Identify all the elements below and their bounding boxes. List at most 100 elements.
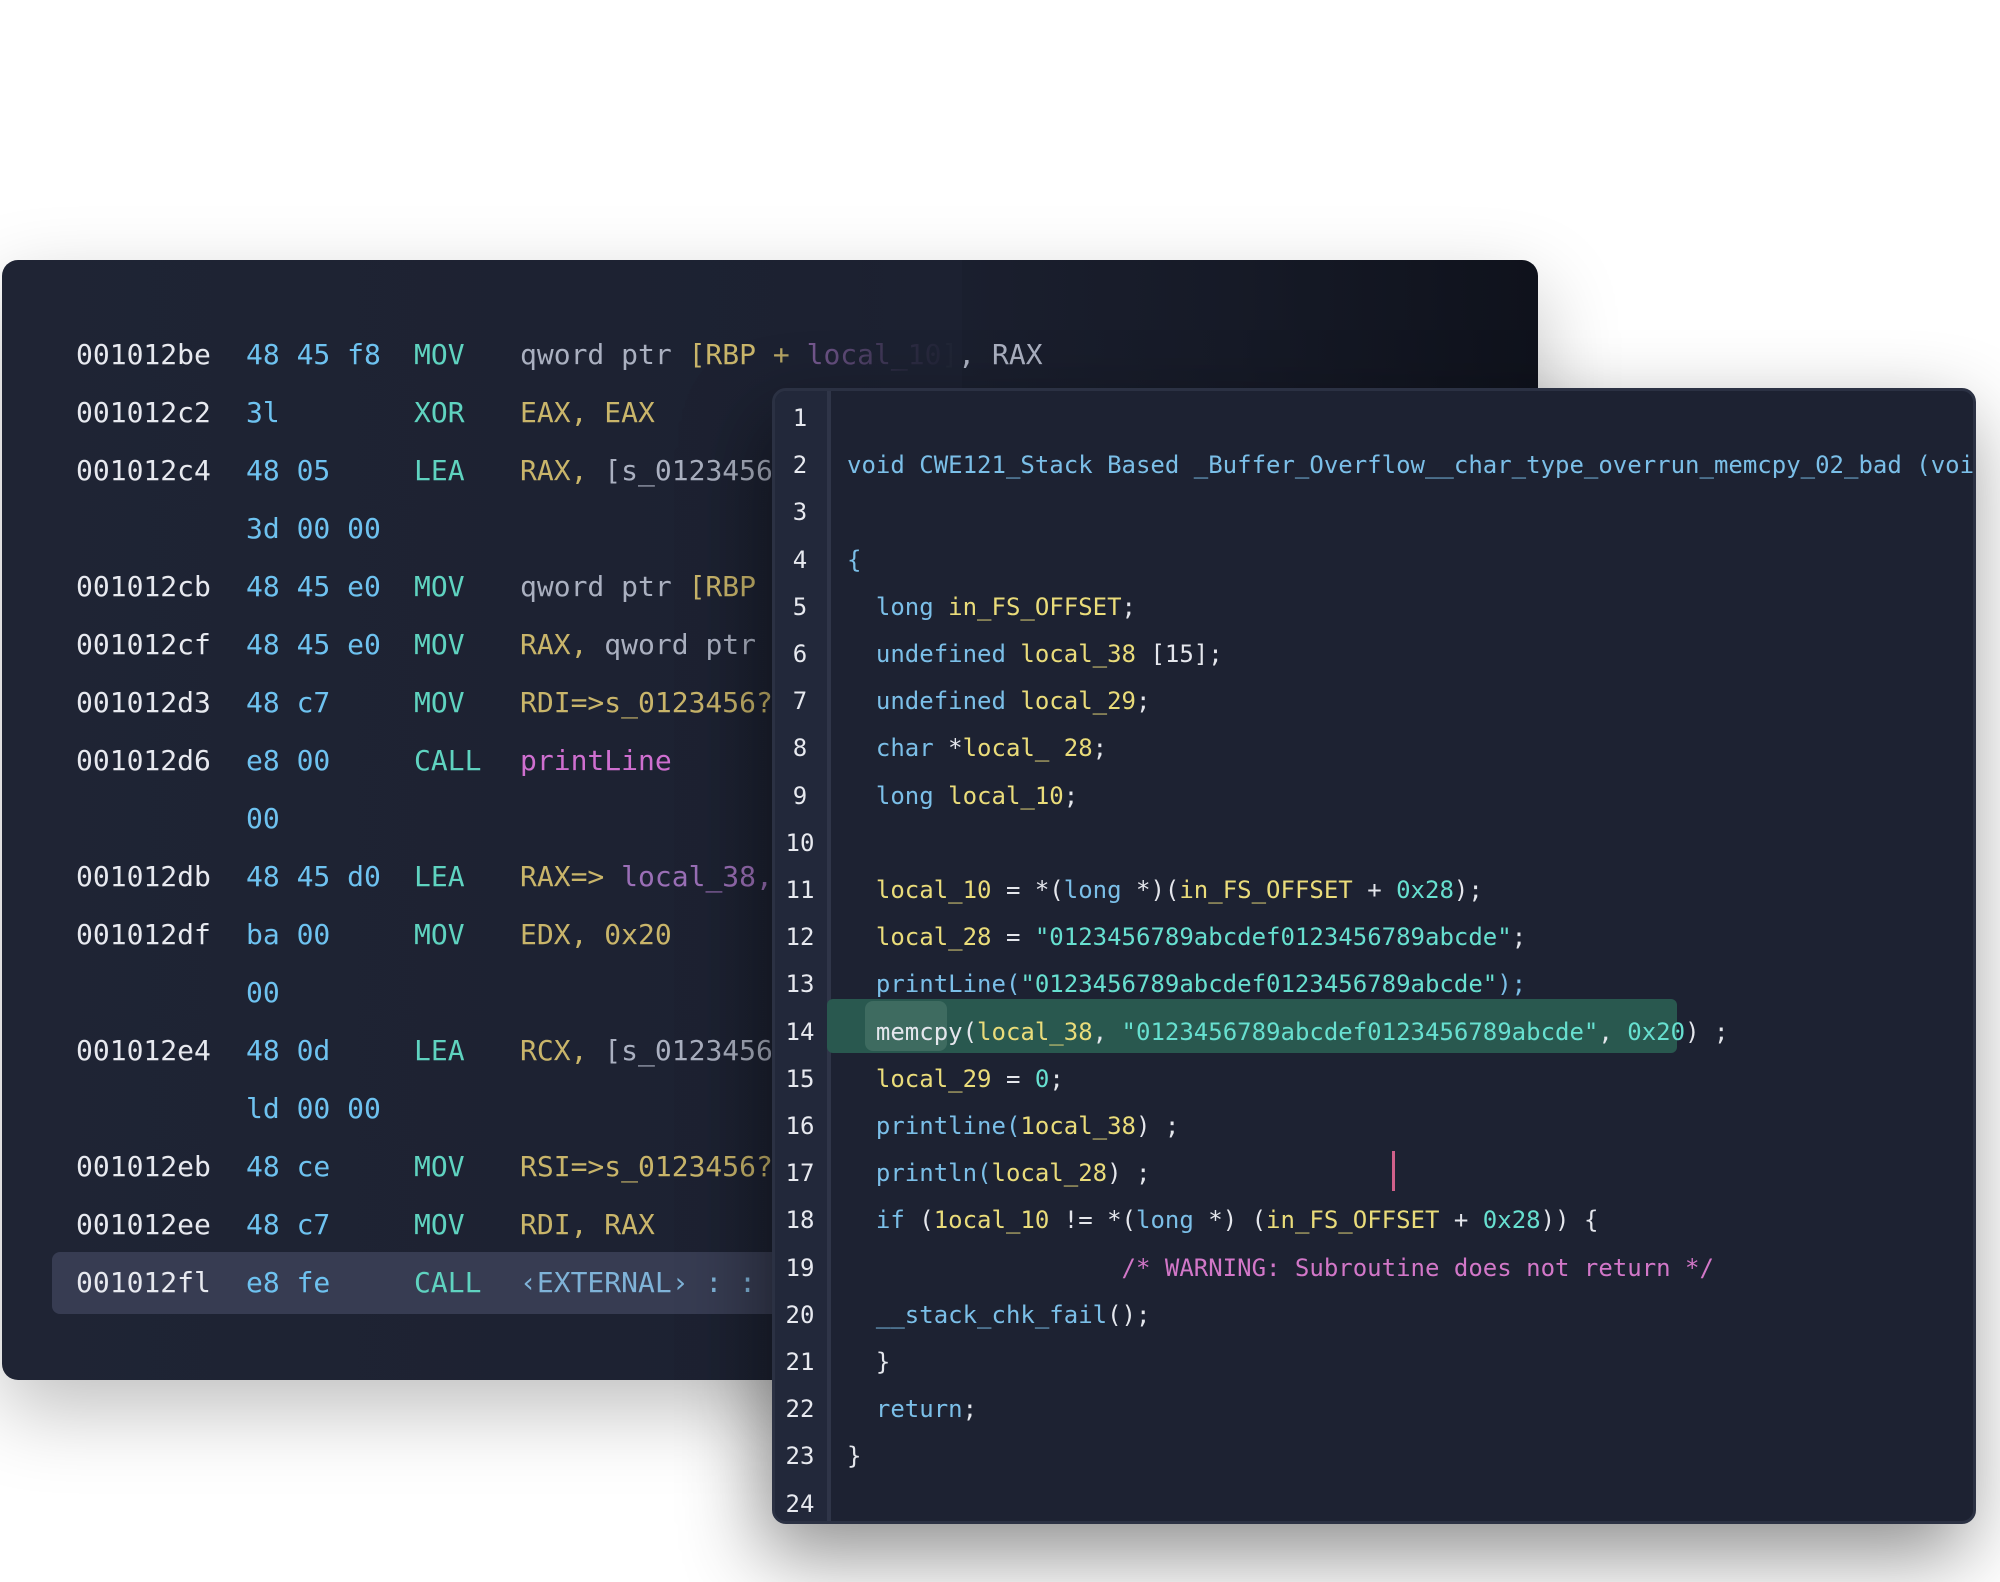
code-line[interactable]: 1 <box>775 395 1973 442</box>
code-line[interactable]: 21 } <box>775 1339 1973 1386</box>
code-line[interactable]: 20 __stack_chk_fail(); <box>775 1292 1973 1339</box>
line-number: 22 <box>785 1395 815 1424</box>
line-number: 6 <box>792 640 808 668</box>
line-number: 3 <box>792 498 808 527</box>
code-token: } <box>847 1442 862 1471</box>
code-text: /* WARNING: Subroutine does not return *… <box>847 1245 1714 1292</box>
code-line[interactable]: 6 undefined local_38 [15]; <box>775 631 1973 678</box>
code-token: , <box>1598 1017 1628 1046</box>
code-text: println(local_28) ; <box>847 1150 1151 1197</box>
code-line[interactable]: 17 println(local_28) ; <box>775 1150 1973 1197</box>
line-number: 7 <box>792 687 808 716</box>
code-token: 1ocal_38 <box>1020 1112 1136 1140</box>
code-token: 0x28 <box>1396 876 1454 904</box>
asm-operand-token: [s_0123456 <box>604 1034 773 1067</box>
code-token: long <box>847 781 949 810</box>
code-token: void CWE121_Stack Based _Buffer_Overflow… <box>847 451 1976 480</box>
decompiler-panel: 1 2 void CWE121_Stack Based _Buffer_Overfl… <box>772 388 1976 1524</box>
code-token: { <box>847 545 862 574</box>
code-line[interactable]: 3 <box>775 489 1973 536</box>
code-line[interactable]: 22 return; <box>775 1386 1973 1433</box>
asm-mnemonic: MOV <box>414 1208 465 1241</box>
code-line[interactable]: 2 void CWE121_Stack Based _Buffer_Overflo… <box>775 442 1973 489</box>
asm-bytes: 48 45 e0 <box>246 570 381 603</box>
code-line[interactable]: 19 /* WARNING: Subroutine does not retur… <box>775 1245 1973 1292</box>
asm-address: 001012c4 <box>76 454 211 487</box>
asm-operand-token: EDX, <box>520 918 605 951</box>
asm-operand-token: [s_0123456 <box>604 454 773 487</box>
code-line[interactable]: 24 <box>775 1481 1973 1521</box>
code-text: } <box>847 1433 861 1480</box>
line-number: 10 <box>785 828 815 857</box>
asm-mnemonic: MOV <box>414 686 465 719</box>
code-token: = *( <box>991 876 1064 904</box>
asm-mnemonic: LEA <box>414 860 465 893</box>
code-token: "0123456789abcdef0123456789abcde" <box>1034 923 1512 952</box>
asm-bytes: 3d 00 00 <box>246 512 381 545</box>
code-line[interactable]: 16 printline(1ocal_38) ; <box>775 1103 1973 1150</box>
line-number: 11 <box>785 876 815 904</box>
code-token: printLine( <box>847 970 1021 999</box>
asm-address: 001012cb <box>76 570 211 603</box>
asm-mnemonic: MOV <box>414 918 465 951</box>
code-line[interactable]: 18 if (1ocal_10 != *(long *) (in_FS_OFFS… <box>775 1197 1973 1244</box>
asm-row-selected[interactable]: 001012fl e8 fe CALL ‹EXTERNAL› : : <box>52 1252 812 1314</box>
code-token: undefined <box>847 687 1021 716</box>
code-line[interactable]: 23} <box>775 1433 1973 1480</box>
asm-address: 001012e4 <box>76 1034 211 1067</box>
asm-operands: RAX, qword ptr <box>520 614 756 676</box>
code-line[interactable]: 14 memcpy(local_38, "0123456789abcdef012… <box>775 1009 1973 1056</box>
code-text: local_10 = *(long *)(in_FS_OFFSET + 0x28… <box>847 867 1483 914</box>
code-token: )) { <box>1540 1206 1599 1235</box>
asm-operand-token: RSI=>s_0123456? <box>520 1150 773 1183</box>
asm-mnemonic: XOR <box>414 396 465 429</box>
asm-operand-token: [RBP <box>688 570 757 603</box>
asm-operands: RDI=>s_0123456? <box>520 672 773 734</box>
code-token: + <box>1352 876 1397 904</box>
asm-bytes: 00 <box>246 976 280 1009</box>
asm-row[interactable]: 001012be 48 45 f8 MOV qword ptr [RBP + loca… <box>2 324 1538 386</box>
code-text: local_29 = 0; <box>847 1056 1064 1103</box>
code-line[interactable]: 13 printLine("0123456789abcdef0123456789… <box>775 961 1973 1008</box>
asm-bytes: 48 c7 <box>246 1208 331 1241</box>
code-line[interactable]: 10 <box>775 820 1973 867</box>
code-line[interactable]: 5 long in_FS_OFFSET; <box>775 584 1973 631</box>
code-token: local_29 <box>1020 687 1136 716</box>
asm-operands: printLine <box>520 730 672 792</box>
code-line[interactable]: 15 local_29 = 0; <box>775 1056 1973 1103</box>
code-text: long in_FS_OFFSET; <box>847 584 1136 631</box>
code-line[interactable]: 7 undefined local_29; <box>775 678 1973 725</box>
code-token: ; <box>962 1395 978 1424</box>
asm-bytes: 48 c7 <box>246 686 331 719</box>
code-token: local_38 <box>1020 640 1151 668</box>
line-number: 2 <box>792 451 808 480</box>
code-text: undefined local_29; <box>847 678 1151 725</box>
code-token: local_28 <box>991 1159 1108 1188</box>
code-line[interactable]: 4{ <box>775 537 1973 584</box>
asm-operands: ‹EXTERNAL› : : <box>520 1252 756 1314</box>
code-token: printline( <box>847 1112 1021 1140</box>
asm-bytes: ld 00 00 <box>246 1092 381 1125</box>
asm-address: 001012db <box>76 860 211 893</box>
code-line[interactable]: 9 long local_10; <box>775 773 1973 820</box>
asm-address: 001012ee <box>76 1208 211 1241</box>
asm-operands: EAX, EAX <box>520 382 655 444</box>
asm-bytes: 48 45 e0 <box>246 628 381 661</box>
asm-operands: RSI=>s_0123456? <box>520 1136 773 1198</box>
code-line[interactable]: 8 char *local_ 28; <box>775 725 1973 772</box>
code-token: undefined <box>847 640 1021 668</box>
code-token: local_ 28 <box>962 734 1093 763</box>
line-number: 9 <box>792 781 808 810</box>
asm-operands: RCX, [s_0123456 <box>520 1020 773 1082</box>
code-token: __stack_chk_fail <box>847 1300 1108 1329</box>
code-line[interactable]: 12 local_28 = "0123456789abcdef012345678… <box>775 914 1973 961</box>
code-text: printline(1ocal_38) ; <box>847 1103 1179 1150</box>
asm-operand-token: local_38, <box>621 860 773 893</box>
code-token: local_29 <box>847 1064 992 1093</box>
code-token: * <box>948 734 963 763</box>
code-line[interactable]: 11 local_10 = *(long *)(in_FS_OFFSET + 0… <box>775 867 1973 914</box>
line-number: 13 <box>785 970 815 999</box>
code-token: ( <box>919 1206 934 1235</box>
code-token: ) ; <box>1135 1112 1180 1140</box>
code-token: if <box>847 1206 920 1235</box>
